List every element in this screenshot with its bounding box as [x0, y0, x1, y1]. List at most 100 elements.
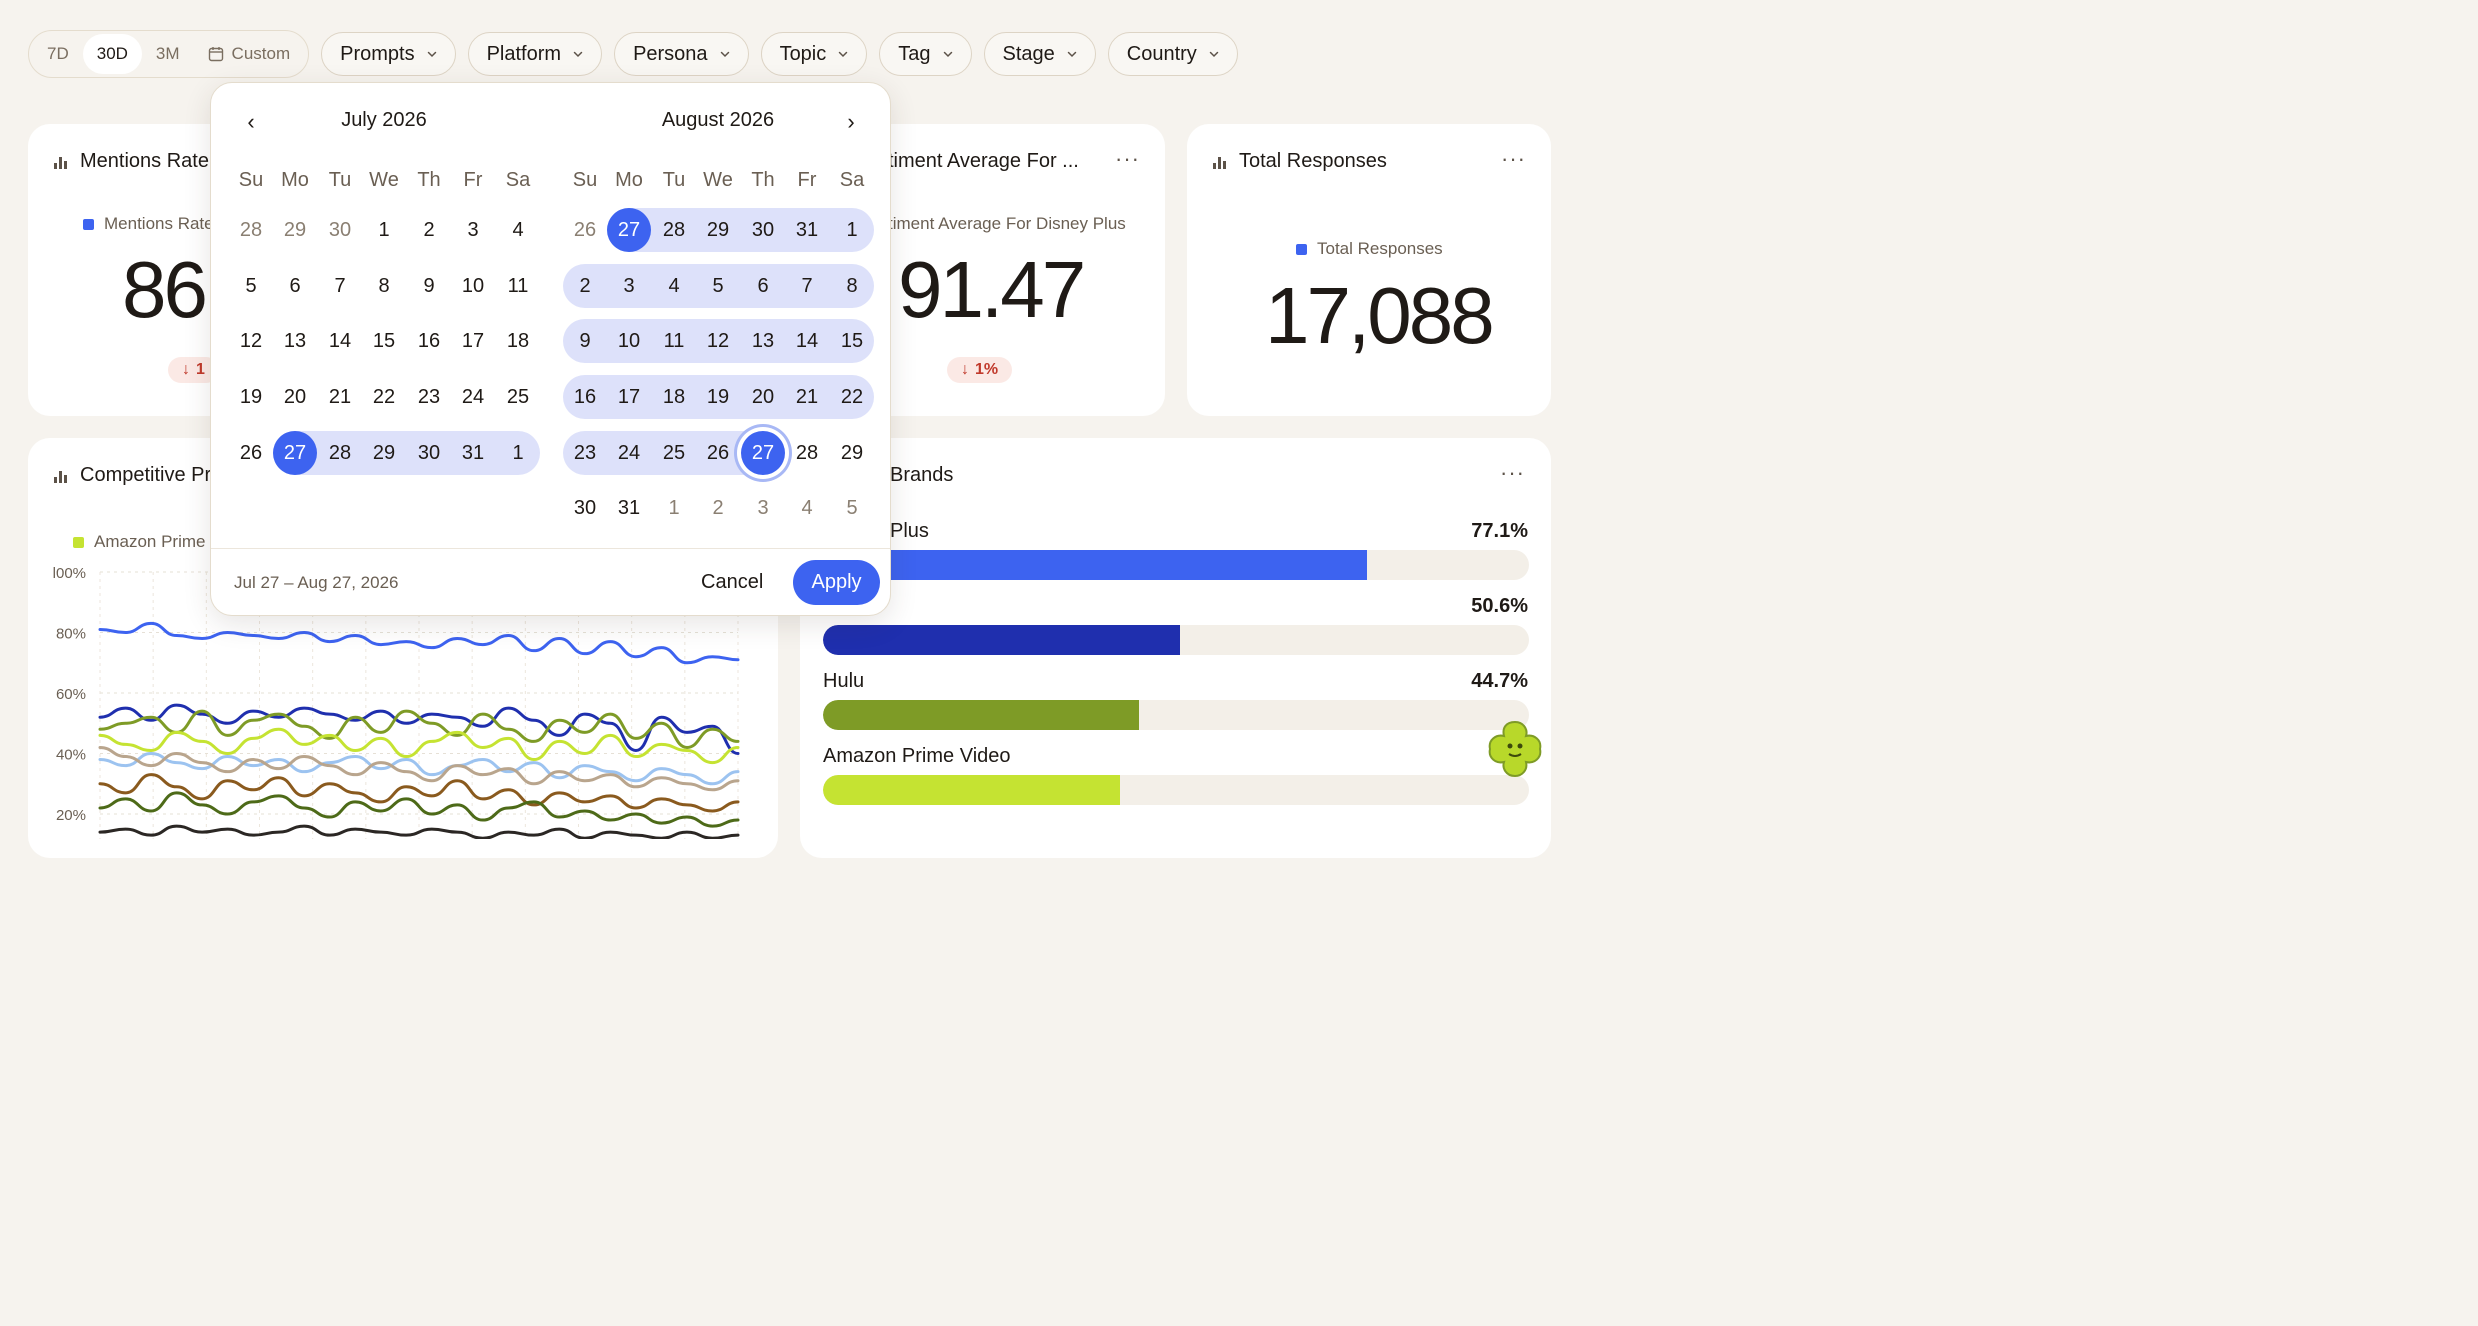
brand-bar-track — [823, 775, 1529, 805]
calendar-day[interactable]: 1 — [362, 208, 406, 252]
cancel-button[interactable]: Cancel — [701, 571, 763, 594]
calendar-day[interactable]: 10 — [607, 319, 651, 363]
calendar-day[interactable]: 27 — [273, 431, 317, 475]
y-tick-label: 80% — [56, 626, 86, 643]
left-weekday-sa: Sa — [505, 169, 531, 191]
calendar-day[interactable]: 29 — [362, 431, 406, 475]
right-weekday-th: Th — [751, 169, 775, 191]
calendar-day[interactable]: 30 — [318, 208, 362, 252]
calendar-day[interactable]: 4 — [652, 264, 696, 308]
calendar-day[interactable]: 17 — [451, 319, 495, 363]
calendar-day[interactable]: 19 — [696, 375, 740, 419]
calendar-day[interactable]: 1 — [830, 208, 874, 252]
calendar-day[interactable]: 13 — [741, 319, 785, 363]
brand-bar-fill — [823, 775, 1120, 805]
calendar-day[interactable]: 2 — [407, 208, 451, 252]
calendar-day[interactable]: 29 — [273, 208, 317, 252]
brand-label: Amazon Prime Video — [823, 745, 1011, 767]
calendar-day[interactable]: 30 — [407, 431, 451, 475]
calendar-day[interactable]: 14 — [785, 319, 829, 363]
apply-button[interactable]: Apply — [793, 560, 880, 605]
brand-bar-track — [823, 700, 1529, 730]
calendar-day[interactable]: 30 — [741, 208, 785, 252]
assistant-mascot-icon[interactable] — [1484, 718, 1546, 780]
calendar-day[interactable]: 12 — [229, 319, 273, 363]
calendar-day[interactable]: 12 — [696, 319, 740, 363]
brand-percentage: 77.1% — [1471, 520, 1528, 542]
calendar-day[interactable]: 20 — [273, 375, 317, 419]
y-tick-label: 40% — [56, 747, 86, 764]
calendar-day[interactable]: 17 — [607, 375, 651, 419]
calendar-day[interactable]: 22 — [362, 375, 406, 419]
calendar-day[interactable]: 3 — [741, 486, 785, 530]
calendar-day[interactable]: 31 — [451, 431, 495, 475]
calendar-day[interactable]: 4 — [785, 486, 829, 530]
right-weekday-su: Su — [572, 169, 598, 191]
y-tick-label: l00% — [53, 565, 86, 582]
calendar-day[interactable]: 25 — [652, 431, 696, 475]
calendar-day[interactable]: 4 — [496, 208, 540, 252]
calendar-day[interactable]: 3 — [451, 208, 495, 252]
calendar-day[interactable]: 27 — [607, 208, 651, 252]
calendar-day[interactable]: 16 — [407, 319, 451, 363]
calendar-day[interactable]: 22 — [830, 375, 874, 419]
calendar-day[interactable]: 2 — [696, 486, 740, 530]
brand-bar-track — [823, 625, 1529, 655]
left-weekday-mo: Mo — [281, 169, 309, 191]
calendar-day[interactable]: 8 — [830, 264, 874, 308]
calendar-day[interactable]: 29 — [830, 431, 874, 475]
calendar-day[interactable]: 24 — [451, 375, 495, 419]
calendar-day[interactable]: 1 — [652, 486, 696, 530]
calendar-day[interactable]: 14 — [318, 319, 362, 363]
calendar-day[interactable]: 18 — [652, 375, 696, 419]
calendar-day[interactable]: 21 — [318, 375, 362, 419]
calendar-day[interactable]: 6 — [741, 264, 785, 308]
calendar-day[interactable]: 29 — [696, 208, 740, 252]
calendar-day[interactable]: 7 — [318, 264, 362, 308]
calendar-day[interactable]: 23 — [563, 431, 607, 475]
calendar-day[interactable]: 28 — [652, 208, 696, 252]
calendar-day[interactable]: 9 — [407, 264, 451, 308]
calendar-day[interactable]: 25 — [496, 375, 540, 419]
calendar-day[interactable]: 3 — [607, 264, 651, 308]
calendar-day[interactable]: 7 — [785, 264, 829, 308]
calendar-day[interactable]: 1 — [496, 431, 540, 475]
more-options-icon[interactable]: ··· — [1500, 462, 1525, 484]
calendar-day[interactable]: 24 — [607, 431, 651, 475]
calendar-day[interactable]: 27 — [741, 431, 785, 475]
y-tick-label: 60% — [56, 686, 86, 703]
brand-bar-track — [823, 550, 1529, 580]
calendar-day[interactable]: 28 — [318, 431, 362, 475]
calendar-day[interactable]: 28 — [229, 208, 273, 252]
calendar-day[interactable]: 5 — [830, 486, 874, 530]
left-weekday-su: Su — [238, 169, 264, 191]
left-month-title: July 2026 — [341, 109, 427, 131]
calendar-day[interactable]: 31 — [607, 486, 651, 530]
calendar-day[interactable]: 11 — [496, 264, 540, 308]
calendar-day[interactable]: 2 — [563, 264, 607, 308]
calendar-day[interactable]: 6 — [273, 264, 317, 308]
calendar-day[interactable]: 26 — [563, 208, 607, 252]
brand-percentage: 50.6% — [1471, 595, 1528, 617]
calendar-day[interactable]: 26 — [229, 431, 273, 475]
calendar-day[interactable]: 10 — [451, 264, 495, 308]
calendar-day[interactable]: 8 — [362, 264, 406, 308]
calendar-day[interactable]: 5 — [229, 264, 273, 308]
calendar-day[interactable]: 21 — [785, 375, 829, 419]
calendar-day[interactable]: 30 — [563, 486, 607, 530]
calendar-day[interactable]: 5 — [696, 264, 740, 308]
calendar-day[interactable]: 26 — [696, 431, 740, 475]
calendar-day[interactable]: 19 — [229, 375, 273, 419]
calendar-day[interactable]: 15 — [830, 319, 874, 363]
calendar-day[interactable]: 11 — [652, 319, 696, 363]
calendar-day[interactable]: 9 — [563, 319, 607, 363]
calendar-day[interactable]: 16 — [563, 375, 607, 419]
calendar-day[interactable]: 20 — [741, 375, 785, 419]
calendar-day[interactable]: 28 — [785, 431, 829, 475]
calendar-day[interactable]: 13 — [273, 319, 317, 363]
calendar-day[interactable]: 18 — [496, 319, 540, 363]
calendar-day[interactable]: 15 — [362, 319, 406, 363]
calendar-day[interactable]: 23 — [407, 375, 451, 419]
next-month-button[interactable]: › — [836, 107, 866, 137]
calendar-day[interactable]: 31 — [785, 208, 829, 252]
